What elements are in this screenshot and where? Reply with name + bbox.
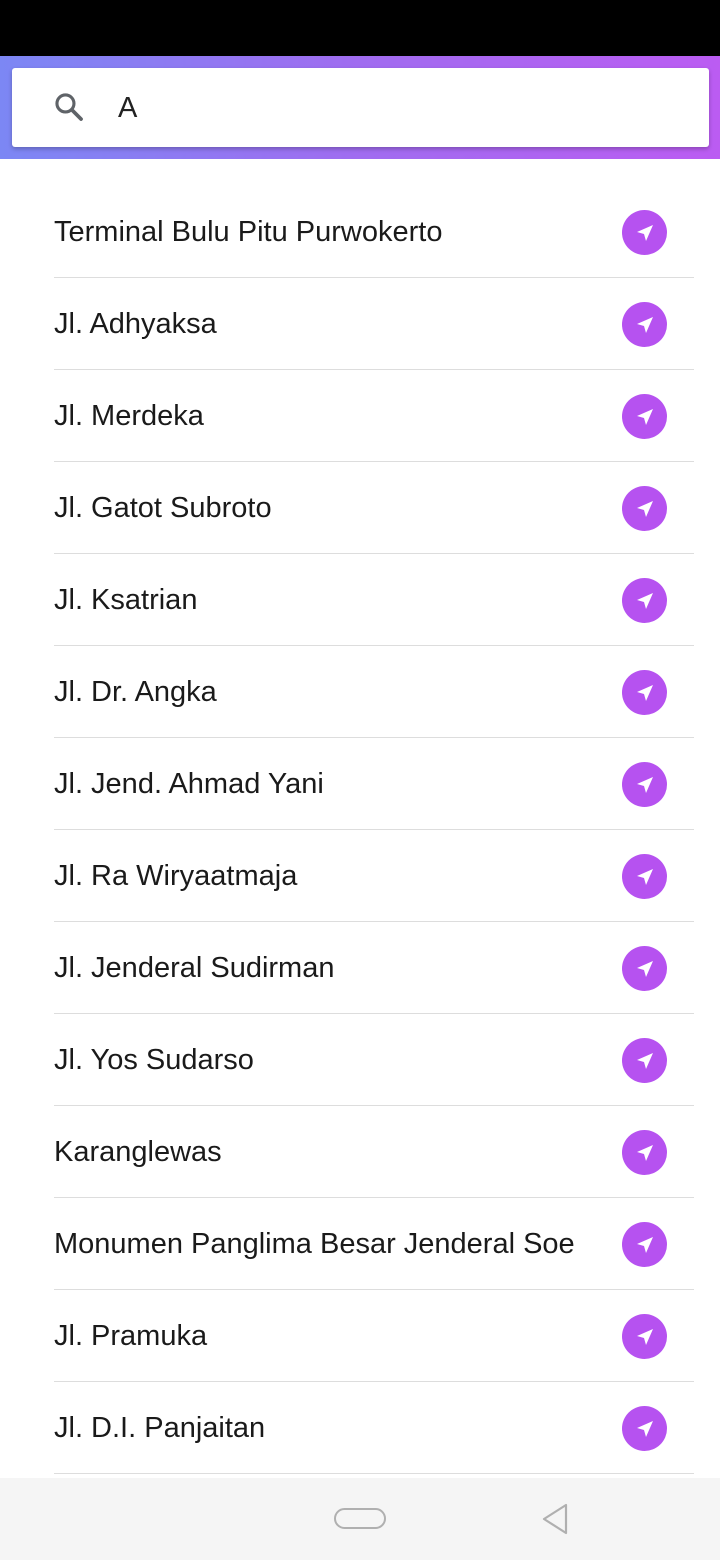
- navigate-button[interactable]: [622, 1038, 667, 1083]
- system-nav-bar: [0, 1478, 720, 1560]
- search-icon: [55, 93, 83, 121]
- home-pill-icon[interactable]: [334, 1508, 386, 1529]
- navigation-arrow-icon: [636, 1144, 653, 1161]
- navigation-arrow-icon: [636, 316, 653, 333]
- list-item[interactable]: Jl. Merdeka: [54, 370, 694, 462]
- list-item[interactable]: Jl. Ra Wiryaatmaja: [54, 830, 694, 922]
- list-item-label: Jl. Ksatrian: [54, 584, 198, 616]
- navigate-button[interactable]: [622, 670, 667, 715]
- navigation-arrow-icon: [636, 1328, 653, 1345]
- navigation-arrow-icon: [636, 960, 653, 977]
- list-item-label: Jl. Pramuka: [54, 1320, 208, 1352]
- navigate-button[interactable]: [622, 1222, 667, 1267]
- list-item[interactable]: Jl. Pramuka: [54, 1290, 694, 1382]
- list-item[interactable]: Jl. Dr. Angka: [54, 646, 694, 738]
- navigate-button[interactable]: [622, 1130, 667, 1175]
- list-item-label: Jl. Gatot Subroto: [54, 492, 272, 524]
- list-item[interactable]: Jl. D.I. Panjaitan: [54, 1382, 694, 1474]
- navigation-arrow-icon: [636, 868, 653, 885]
- list-item-label: Jl. Dr. Angka: [54, 676, 217, 708]
- navigate-button[interactable]: [622, 1406, 667, 1451]
- list-item-label: Jl. Ra Wiryaatmaja: [54, 860, 298, 892]
- navigation-arrow-icon: [636, 500, 653, 517]
- search-box[interactable]: [12, 68, 709, 147]
- list-item[interactable]: Terminal Bulu Pitu Purwokerto: [54, 186, 694, 278]
- navigation-arrow-icon: [636, 224, 653, 241]
- navigation-arrow-icon: [636, 1236, 653, 1253]
- navigate-button[interactable]: [622, 854, 667, 899]
- list-item[interactable]: Jl. Ksatrian: [54, 554, 694, 646]
- list-item-label: Jl. Jend. Ahmad Yani: [54, 768, 324, 800]
- search-header: [0, 56, 720, 159]
- list-item[interactable]: Karanglewas: [54, 1106, 694, 1198]
- navigate-button[interactable]: [622, 946, 667, 991]
- list-item-label: Monumen Panglima Besar Jenderal Soe: [54, 1228, 575, 1260]
- list-item[interactable]: Jl. Jend. Ahmad Yani: [54, 738, 694, 830]
- list-item[interactable]: Monumen Panglima Besar Jenderal Soe: [54, 1198, 694, 1290]
- navigation-arrow-icon: [636, 1052, 653, 1069]
- navigate-button[interactable]: [622, 302, 667, 347]
- navigation-arrow-icon: [636, 1420, 653, 1437]
- list-item-label: Jl. Merdeka: [54, 400, 204, 432]
- navigation-arrow-icon: [636, 408, 653, 425]
- search-input[interactable]: [104, 82, 684, 134]
- list-item-label: Jl. Adhyaksa: [54, 308, 217, 340]
- list-item[interactable]: Jl. Yos Sudarso: [54, 1014, 694, 1106]
- list-item-label: Jl. D.I. Panjaitan: [54, 1412, 266, 1444]
- list-item[interactable]: Jl. Jenderal Sudirman: [54, 922, 694, 1014]
- status-bar: [0, 0, 720, 56]
- navigate-button[interactable]: [622, 578, 667, 623]
- list-item-label: Jl. Yos Sudarso: [54, 1044, 254, 1076]
- navigate-button[interactable]: [622, 486, 667, 531]
- navigation-arrow-icon: [636, 684, 653, 701]
- navigate-button[interactable]: [622, 762, 667, 807]
- list-item[interactable]: Jl. Gatot Subroto: [54, 462, 694, 554]
- list-item-label: Terminal Bulu Pitu Purwokerto: [54, 216, 443, 248]
- back-triangle-icon[interactable]: [540, 1502, 570, 1536]
- list-item[interactable]: Jl. Adhyaksa: [54, 278, 694, 370]
- navigate-button[interactable]: [622, 1314, 667, 1359]
- list-item-label: Karanglewas: [54, 1136, 222, 1168]
- navigate-button[interactable]: [622, 210, 667, 255]
- navigation-arrow-icon: [636, 776, 653, 793]
- result-list: Terminal Bulu Pitu Purwokerto Jl. Adhyak…: [54, 186, 694, 1474]
- list-item-label: Jl. Jenderal Sudirman: [54, 952, 335, 984]
- navigation-arrow-icon: [636, 592, 653, 609]
- navigate-button[interactable]: [622, 394, 667, 439]
